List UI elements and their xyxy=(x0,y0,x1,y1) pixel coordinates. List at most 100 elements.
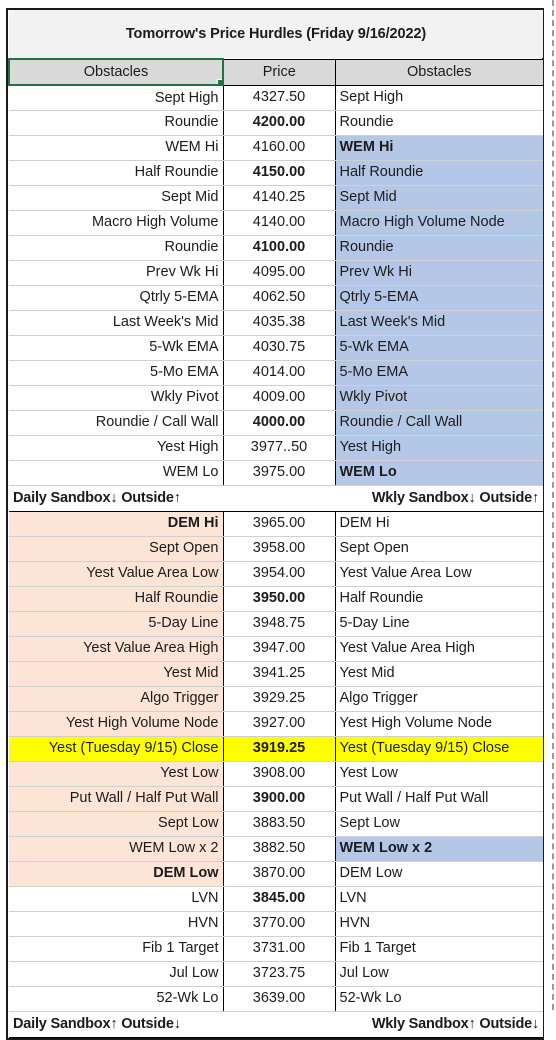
obstacle-left-cell[interactable]: Last Week's Mid xyxy=(9,310,224,336)
obstacle-left-cell[interactable]: DEM Low xyxy=(9,861,224,887)
price-cell[interactable]: 4030.75 xyxy=(223,335,336,361)
price-cell[interactable]: 3977..50 xyxy=(223,435,336,461)
obstacle-left-cell[interactable]: Jul Low xyxy=(9,961,224,987)
obstacle-left-cell[interactable]: WEM Low x 2 xyxy=(9,836,224,862)
obstacle-right-cell[interactable]: Macro High Volume Node xyxy=(335,210,544,236)
obstacle-right-cell[interactable]: Roundie / Call Wall xyxy=(335,410,544,436)
obstacle-right-cell[interactable]: Prev Wk Hi xyxy=(335,260,544,286)
price-cell[interactable]: 3929.25 xyxy=(223,686,336,712)
column-header-obstacles-left[interactable]: Obstacles xyxy=(8,58,224,86)
obstacle-right-cell[interactable]: Yest High Volume Node xyxy=(335,711,544,737)
obstacle-right-cell[interactable]: Sept Low xyxy=(335,811,544,837)
price-cell[interactable]: 4160.00 xyxy=(223,135,336,161)
obstacle-left-cell[interactable]: WEM Lo xyxy=(9,460,224,486)
obstacle-left-cell[interactable]: Prev Wk Hi xyxy=(9,260,224,286)
price-cell[interactable]: 4140.00 xyxy=(223,210,336,236)
price-cell[interactable]: 3975.00 xyxy=(223,460,336,486)
column-header-price[interactable]: Price xyxy=(222,59,336,86)
price-cell[interactable]: 3900.00 xyxy=(223,786,336,812)
obstacle-left-cell[interactable]: LVN xyxy=(9,886,224,912)
obstacle-right-cell[interactable]: WEM Hi xyxy=(335,135,544,161)
obstacle-right-cell[interactable]: Yest Value Area Low xyxy=(335,561,544,587)
price-cell[interactable]: 3919.25 xyxy=(223,736,336,762)
price-cell[interactable]: 3882.50 xyxy=(223,836,336,862)
obstacle-left-cell[interactable]: 5-Wk EMA xyxy=(9,335,224,361)
price-cell[interactable]: 4140.25 xyxy=(223,185,336,211)
price-cell[interactable]: 4000.00 xyxy=(223,410,336,436)
obstacle-right-cell[interactable]: Algo Trigger xyxy=(335,686,544,712)
price-cell[interactable]: 3845.00 xyxy=(223,886,336,912)
obstacle-right-cell[interactable]: DEM Low xyxy=(335,861,544,887)
obstacle-left-cell[interactable]: Yest High Volume Node xyxy=(9,711,224,737)
price-cell[interactable]: 3958.00 xyxy=(223,536,336,562)
obstacle-left-cell[interactable]: Sept Open xyxy=(9,536,224,562)
price-cell[interactable]: 4035.38 xyxy=(223,310,336,336)
price-cell[interactable]: 3965.00 xyxy=(223,511,336,537)
obstacle-right-cell[interactable]: Roundie xyxy=(335,110,544,136)
obstacle-left-cell[interactable]: Put Wall / Half Put Wall xyxy=(9,786,224,812)
obstacle-right-cell[interactable]: LVN xyxy=(335,886,544,912)
obstacle-right-cell[interactable]: Jul Low xyxy=(335,961,544,987)
obstacle-left-cell[interactable]: 5-Day Line xyxy=(9,611,224,637)
price-cell[interactable]: 3639.00 xyxy=(223,986,336,1012)
obstacle-right-cell[interactable]: HVN xyxy=(335,911,544,937)
obstacle-right-cell[interactable]: Sept Open xyxy=(335,536,544,562)
obstacle-right-cell[interactable]: Yest Mid xyxy=(335,661,544,687)
price-cell[interactable]: 3770.00 xyxy=(223,911,336,937)
price-cell[interactable]: 3927.00 xyxy=(223,711,336,737)
price-cell[interactable]: 3883.50 xyxy=(223,811,336,837)
obstacle-left-cell[interactable]: Sept Low xyxy=(9,811,224,837)
price-cell[interactable]: 4327.50 xyxy=(223,85,336,111)
obstacle-left-cell[interactable]: Yest Low xyxy=(9,761,224,787)
obstacle-left-cell[interactable]: Roundie / Call Wall xyxy=(9,410,224,436)
price-cell[interactable]: 3731.00 xyxy=(223,936,336,962)
price-cell[interactable]: 3947.00 xyxy=(223,636,336,662)
price-cell[interactable]: 3723.75 xyxy=(223,961,336,987)
obstacle-right-cell[interactable]: Half Roundie xyxy=(335,160,544,186)
obstacle-right-cell[interactable]: Yest Low xyxy=(335,761,544,787)
price-cell[interactable]: 3908.00 xyxy=(223,761,336,787)
obstacle-left-cell[interactable]: Yest Mid xyxy=(9,661,224,687)
obstacle-right-cell[interactable]: Qtrly 5-EMA xyxy=(335,285,544,311)
obstacle-left-cell[interactable]: Sept Mid xyxy=(9,185,224,211)
price-cell[interactable]: 3954.00 xyxy=(223,561,336,587)
obstacle-left-cell[interactable]: Roundie xyxy=(9,110,224,136)
obstacle-left-cell[interactable]: Yest (Tuesday 9/15) Close xyxy=(9,736,224,762)
obstacle-right-cell[interactable]: Sept High xyxy=(335,85,544,111)
obstacle-right-cell[interactable]: Half Roundie xyxy=(335,586,544,612)
obstacle-left-cell[interactable]: HVN xyxy=(9,911,224,937)
price-cell[interactable]: 4014.00 xyxy=(223,360,336,386)
selection-fill-handle[interactable] xyxy=(217,79,221,83)
column-header-obstacles-right[interactable]: Obstacles xyxy=(335,59,544,86)
obstacle-left-cell[interactable]: Roundie xyxy=(9,235,224,261)
obstacle-left-cell[interactable]: Yest High xyxy=(9,435,224,461)
obstacle-left-cell[interactable]: Fib 1 Target xyxy=(9,936,224,962)
obstacle-right-cell[interactable]: Last Week's Mid xyxy=(335,310,544,336)
obstacle-right-cell[interactable]: Yest High xyxy=(335,435,544,461)
price-cell[interactable]: 4150.00 xyxy=(223,160,336,186)
obstacle-right-cell[interactable]: Yest Value Area High xyxy=(335,636,544,662)
price-cell[interactable]: 4009.00 xyxy=(223,385,336,411)
obstacle-left-cell[interactable]: Yest Value Area Low xyxy=(9,561,224,587)
obstacle-right-cell[interactable]: Wkly Pivot xyxy=(335,385,544,411)
price-cell[interactable]: 4062.50 xyxy=(223,285,336,311)
obstacle-left-cell[interactable]: Wkly Pivot xyxy=(9,385,224,411)
obstacle-left-cell[interactable]: Sept High xyxy=(9,85,224,111)
price-cell[interactable]: 3870.00 xyxy=(223,861,336,887)
obstacle-left-cell[interactable]: Half Roundie xyxy=(9,586,224,612)
price-cell[interactable]: 4200.00 xyxy=(223,110,336,136)
price-cell[interactable]: 3950.00 xyxy=(223,586,336,612)
obstacle-right-cell[interactable]: Fib 1 Target xyxy=(335,936,544,962)
obstacle-left-cell[interactable]: Macro High Volume xyxy=(9,210,224,236)
obstacle-right-cell[interactable]: 5-Day Line xyxy=(335,611,544,637)
price-cell[interactable]: 3941.25 xyxy=(223,661,336,687)
obstacle-left-cell[interactable]: Half Roundie xyxy=(9,160,224,186)
obstacle-right-cell[interactable]: 5-Wk EMA xyxy=(335,335,544,361)
obstacle-right-cell[interactable]: 5-Mo EMA xyxy=(335,360,544,386)
obstacle-right-cell[interactable]: WEM Low x 2 xyxy=(335,836,544,862)
obstacle-left-cell[interactable]: 52-Wk Lo xyxy=(9,986,224,1012)
price-cell[interactable]: 3948.75 xyxy=(223,611,336,637)
obstacle-left-cell[interactable]: Yest Value Area High xyxy=(9,636,224,662)
obstacle-right-cell[interactable]: Put Wall / Half Put Wall xyxy=(335,786,544,812)
obstacle-left-cell[interactable]: Qtrly 5-EMA xyxy=(9,285,224,311)
